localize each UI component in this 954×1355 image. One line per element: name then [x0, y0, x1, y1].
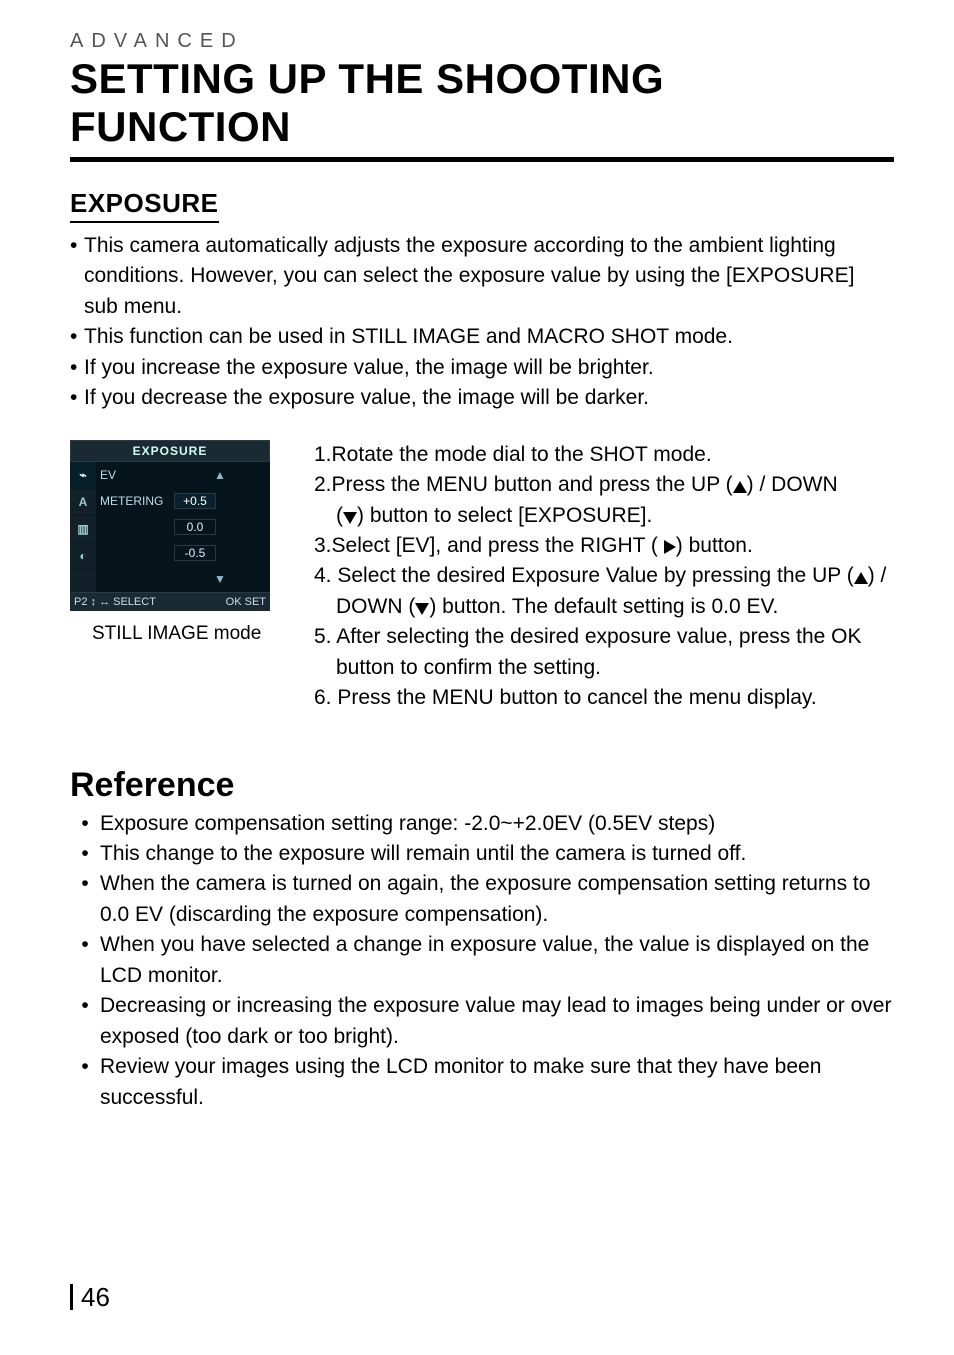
step-item: button to confirm the setting. — [314, 653, 894, 683]
lcd-up-arrow-icon: ▲ — [170, 468, 270, 482]
step-text: ) button. — [676, 534, 753, 557]
step-text: 4. Select the desired Exposure Value by … — [314, 564, 854, 587]
camera-lcd-menu: EXPOSURE ⌁ A ▥ ◐ EV ▲ METERIN — [70, 440, 270, 611]
step-text: ) / — [868, 564, 887, 587]
down-arrow-icon — [415, 603, 429, 615]
reference-bullet-text: Exposure compensation setting range: -2.… — [100, 809, 894, 839]
reference-bullet: •Decreasing or increasing the exposure v… — [70, 991, 894, 1052]
step-text: 3.Select [EV], and press the RIGHT ( — [314, 534, 664, 557]
lcd-menu-row: ▼ — [96, 566, 270, 592]
intro-bullet-list: • This camera automatically adjusts the … — [70, 231, 894, 414]
step-item: 2.Press the MENU button and press the UP… — [314, 470, 894, 500]
lcd-menu-row: EV ▲ — [96, 462, 270, 488]
reference-bullet-text: This change to the exposure will remain … — [100, 839, 894, 869]
intro-bullet: • If you decrease the exposure value, th… — [70, 383, 894, 413]
right-arrow-icon — [664, 540, 676, 554]
lcd-row-value: +0.5 — [174, 493, 216, 509]
intro-bullet-text: This function can be used in STILL IMAGE… — [84, 322, 894, 352]
intro-bullet-text: This camera automatically adjusts the ex… — [84, 231, 894, 322]
lcd-menu-row: 0.0 — [96, 514, 270, 540]
reference-bullet: •When the camera is turned on again, the… — [70, 869, 894, 930]
page-number: 46 — [70, 1282, 110, 1313]
reference-bullet-text: Decreasing or increasing the exposure va… — [100, 991, 894, 1052]
step-item: ( ) button to select [EXPOSURE]. — [314, 501, 894, 531]
lcd-tab: A — [70, 489, 96, 516]
manual-page: ADVANCED SETTING UP THE SHOOTING FUNCTIO… — [0, 0, 954, 1355]
lcd-row-label: METERING — [96, 494, 170, 508]
step-item: 5. After selecting the desired exposure … — [314, 622, 894, 652]
reference-bullet: •This change to the exposure will remain… — [70, 839, 894, 869]
lcd-tab: ⌁ — [70, 462, 96, 489]
figure-column: EXPOSURE ⌁ A ▥ ◐ EV ▲ METERIN — [70, 440, 290, 714]
lcd-body: ⌁ A ▥ ◐ EV ▲ METERING +0.5 — [70, 462, 270, 592]
step-text: 2.Press the MENU button and press the UP… — [314, 473, 733, 496]
lcd-header: EXPOSURE — [70, 440, 270, 462]
reference-bullet-text: When the camera is turned on again, the … — [100, 869, 894, 930]
step-item: DOWN ( ) button. The default setting is 0… — [314, 592, 894, 622]
step-text: ) button. The default setting is 0.0 EV. — [429, 595, 778, 618]
down-arrow-icon — [343, 512, 357, 524]
step-text: DOWN ( — [336, 595, 415, 618]
intro-bullet: • This function can be used in STILL IMA… — [70, 322, 894, 352]
up-arrow-icon — [854, 572, 868, 584]
up-arrow-icon — [733, 481, 747, 493]
lcd-tab-strip: ⌁ A ▥ ◐ — [70, 462, 96, 592]
step-text: ) / DOWN — [747, 473, 838, 496]
intro-bullet-text: If you decrease the exposure value, the … — [84, 383, 894, 413]
lcd-main: EV ▲ METERING +0.5 0.0 — [96, 462, 270, 592]
lcd-footer: P2 ↕ ↔ SELECT OK SET — [70, 592, 270, 611]
lcd-tab: ▥ — [70, 516, 96, 543]
lcd-row-value: -0.5 — [174, 545, 216, 561]
lcd-footer-left: P2 ↕ ↔ SELECT — [74, 596, 156, 608]
steps-column: 1.Rotate the mode dial to the SHOT mode.… — [290, 440, 894, 714]
lcd-row-value: 0.0 — [174, 519, 216, 535]
step-text: ( — [336, 504, 343, 527]
reference-bullet: •When you have selected a change in expo… — [70, 930, 894, 991]
reference-bullet-text: When you have selected a change in expos… — [100, 930, 894, 991]
lcd-row-label: EV — [96, 468, 170, 482]
lcd-menu-row: -0.5 — [96, 540, 270, 566]
reference-bullet: •Review your images using the LCD monito… — [70, 1052, 894, 1113]
lcd-tab: ◐ — [70, 543, 96, 570]
eyebrow-header: ADVANCED — [70, 30, 894, 53]
intro-bullet-text: If you increase the exposure value, the … — [84, 353, 894, 383]
step-text: ) button to select [EXPOSURE]. — [357, 504, 652, 527]
section-heading-exposure: EXPOSURE — [70, 188, 219, 223]
reference-bullet-list: •Exposure compensation setting range: -2… — [70, 809, 894, 1113]
page-title: SETTING UP THE SHOOTING FUNCTION — [70, 55, 894, 162]
figure-steps-row: EXPOSURE ⌁ A ▥ ◐ EV ▲ METERIN — [70, 440, 894, 714]
intro-bullet: • This camera automatically adjusts the … — [70, 231, 894, 322]
lcd-footer-right: OK SET — [226, 596, 266, 608]
step-item: 6. Press the MENU button to cancel the m… — [314, 683, 894, 713]
reference-bullet: •Exposure compensation setting range: -2… — [70, 809, 894, 839]
reference-heading: Reference — [70, 766, 894, 805]
lcd-down-arrow-icon: ▼ — [170, 572, 270, 586]
step-item: 3.Select [EV], and press the RIGHT ( ) b… — [314, 531, 894, 561]
lcd-menu-row: METERING +0.5 — [96, 488, 270, 514]
figure-caption: STILL IMAGE mode — [70, 623, 290, 645]
reference-bullet-text: Review your images using the LCD monitor… — [100, 1052, 894, 1113]
step-item: 4. Select the desired Exposure Value by … — [314, 561, 894, 591]
intro-bullet: • If you increase the exposure value, th… — [70, 353, 894, 383]
step-item: 1.Rotate the mode dial to the SHOT mode. — [314, 440, 894, 470]
steps-list: 1.Rotate the mode dial to the SHOT mode.… — [314, 440, 894, 714]
